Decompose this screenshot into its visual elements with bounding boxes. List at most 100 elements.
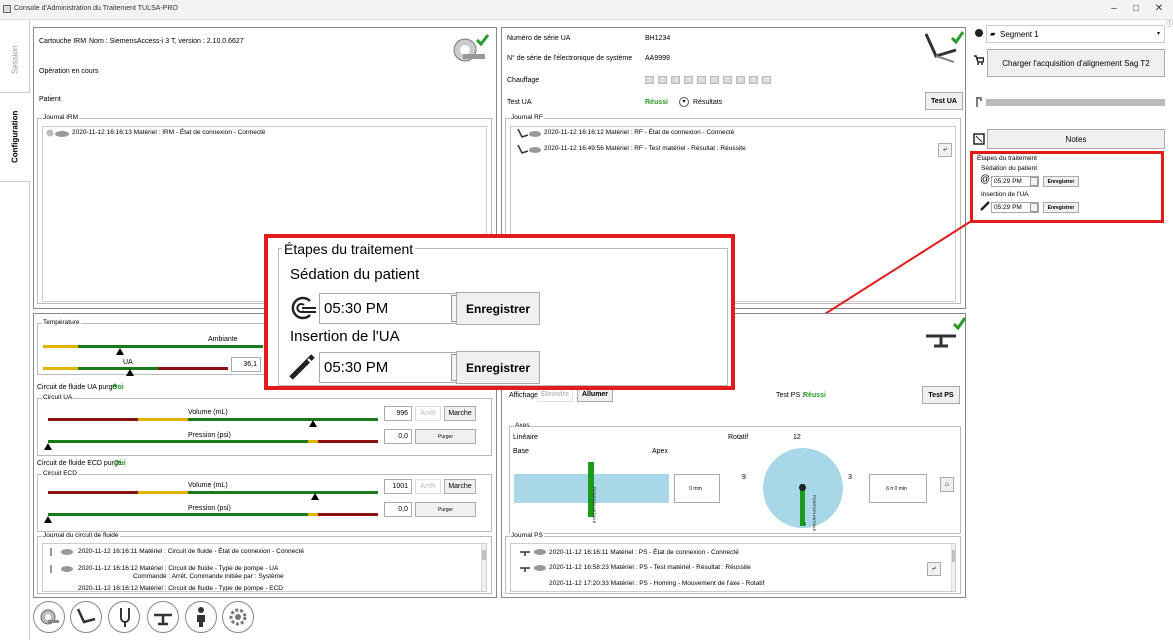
ua-temp-label: UA <box>123 359 133 366</box>
ua-volume-bar-yellow <box>138 418 188 421</box>
app-icon <box>3 5 11 13</box>
ps-journal: Journal PS 2020-11-12 16:16:11 Matériel … <box>505 532 961 594</box>
ecd-run-button[interactable]: Marche <box>444 479 476 494</box>
maximize-button[interactable]: □ <box>1129 3 1143 14</box>
ambient-bar-yellow <box>43 345 78 348</box>
fluid-nav-button[interactable] <box>108 601 140 633</box>
rotary-value: 6 h 0 min <box>869 474 927 503</box>
zoom-callout: Étapes du traitement Sédation du patient… <box>264 234 735 390</box>
rotary-center <box>799 484 806 491</box>
settings-nav-button[interactable] <box>222 601 254 633</box>
channel-3: 3 <box>671 76 680 84</box>
cart-icon <box>974 55 984 65</box>
ps-journal-scrollbar[interactable] <box>951 544 955 591</box>
channel-9: 9 <box>749 76 758 84</box>
ecd-stop-button[interactable]: Arrêt <box>415 479 441 494</box>
ps-log-line-2: 2020-11-12 16:58:23 Matériel : PS - Test… <box>549 564 751 571</box>
elec-serial-label: N° de série de l'électronique de système <box>507 55 633 62</box>
patient-nav-button[interactable] <box>185 601 217 633</box>
notes-icon <box>973 133 985 145</box>
tab-session[interactable]: Session <box>0 30 30 90</box>
ambient-bar-green <box>78 345 263 348</box>
rotary-label: Rotatif <box>728 434 749 441</box>
mri-nav-button[interactable] <box>33 601 65 633</box>
ua-serial-label: Numéro de série UA <box>507 35 571 42</box>
ecd-circuit-group: Circuit ECD Volume (mL) 1001 Arrêt March… <box>37 470 492 532</box>
ps-log-icon-1 <box>520 549 546 556</box>
ua-device-icon <box>924 31 964 63</box>
cartouche-value: Nom : SiemensAccess-i 3 T, version : 2.1… <box>89 38 244 45</box>
notes-button[interactable]: Notes <box>987 129 1165 149</box>
segment-select[interactable]: ▰ Segment 1 ▾ <box>986 25 1165 43</box>
fluid-log-line-1: 2020-11-12 16:16:11 Matériel : Circuit d… <box>78 548 304 555</box>
ps-export-button[interactable]: ⤶ <box>927 562 941 576</box>
info-icon[interactable]: ⓘ <box>1166 19 1173 29</box>
fluid-log-line-3: Commande : Arrêt, Commande initiée par :… <box>133 573 284 580</box>
channel-7: 7 <box>723 76 732 84</box>
insertion-icon <box>289 354 315 380</box>
rf-log-icon-2 <box>517 144 541 154</box>
ua-serial-value: BH1234 <box>645 35 671 42</box>
mri-icon <box>40 609 59 625</box>
rotary-initial-position: POSITION INITIALE <box>812 495 817 532</box>
rf-log-icon-1 <box>517 128 541 138</box>
mri-journal-title: Journal IRM <box>42 114 80 121</box>
ecd-pressure-bar-red <box>318 513 378 516</box>
ua-nav-button[interactable] <box>70 601 102 633</box>
ua-pressure-label: Pression (psi) <box>188 432 231 439</box>
folder-icon: ▰ <box>990 31 996 38</box>
cartouche-label: Cartouche IRM <box>39 38 87 45</box>
axes-title: Axes <box>514 422 531 429</box>
load-alignment-button[interactable]: Charger l'acquisition d'alignement Sag T… <box>987 49 1165 77</box>
ua-test-label: Test UA <box>507 99 532 106</box>
fluid-journal-scrollbar[interactable] <box>481 544 486 591</box>
apex-label: Apex <box>652 448 668 455</box>
sedation-save-button-zoom[interactable]: Enregistrer <box>456 292 540 325</box>
ecd-volume-bar-green <box>188 491 378 494</box>
ecd-purged-label: Circuit de fluide ECD purgé : <box>37 460 126 467</box>
channel-5: 5 <box>697 76 706 84</box>
rf-journal-title: Journal RF <box>510 114 544 121</box>
mri-log-icon <box>46 129 69 137</box>
ecd-volume-value: 1001 <box>384 479 412 494</box>
steps-title-zoom: Étapes du traitement <box>282 241 416 257</box>
ua-pressure-marker <box>44 443 52 450</box>
rf-export-button[interactable]: ⤶ <box>938 143 952 157</box>
ecd-volume-bar-yellow <box>138 491 188 494</box>
progress-bar <box>986 99 1165 106</box>
chevron-down-icon: ▾ <box>1156 31 1160 37</box>
channel-10: 10 <box>762 76 771 84</box>
sedation-icon <box>291 296 316 320</box>
ua-volume-bar-green <box>188 418 378 421</box>
test-ua-button[interactable]: Test UA <box>925 92 963 110</box>
ua-purged-value: Oui <box>112 384 124 391</box>
ua-run-button[interactable]: Marche <box>444 406 476 421</box>
ua-icon <box>76 608 96 624</box>
linear-initial-position: POSITION INITIALE <box>592 487 597 524</box>
close-button[interactable]: ✕ <box>1152 3 1166 14</box>
ecd-pressure-label: Pression (psi) <box>188 505 231 512</box>
ecd-purged-value: Oui <box>114 460 126 467</box>
insertion-save-button-zoom[interactable]: Enregistrer <box>456 351 540 384</box>
results-label[interactable]: Résultats <box>693 99 722 106</box>
ua-volume-value: 996 <box>384 406 412 421</box>
fluid-log-line-2: 2020-11-12 16:16:12 Matériel : Circuit d… <box>78 565 279 572</box>
tab-configuration[interactable]: Configuration <box>0 92 30 182</box>
results-expand-icon[interactable]: ▾ <box>679 97 689 107</box>
patient-label: Patient <box>39 96 61 103</box>
insertion-label-zoom: Insertion de l'UA <box>290 328 400 345</box>
ua-stop-button[interactable]: Arrêt <box>415 406 441 421</box>
channel-6: 6 <box>710 76 719 84</box>
fluid-icon <box>120 608 130 627</box>
ua-temp-bar-red <box>158 367 228 370</box>
ua-purge-button[interactable]: Purger <box>415 429 476 444</box>
ecd-purge-button[interactable]: Purger <box>415 502 476 517</box>
ua-pressure-bar-green <box>48 440 308 443</box>
home-button[interactable]: ⌂ <box>940 477 954 492</box>
test-ps-button[interactable]: Test PS <box>922 386 960 404</box>
ps-nav-button[interactable] <box>147 601 179 633</box>
highlight-frame <box>970 151 1164 223</box>
minimize-button[interactable]: – <box>1107 3 1121 14</box>
ua-pressure-value: 0,0 <box>384 429 412 444</box>
ps-test-result: Réussi <box>803 392 826 399</box>
